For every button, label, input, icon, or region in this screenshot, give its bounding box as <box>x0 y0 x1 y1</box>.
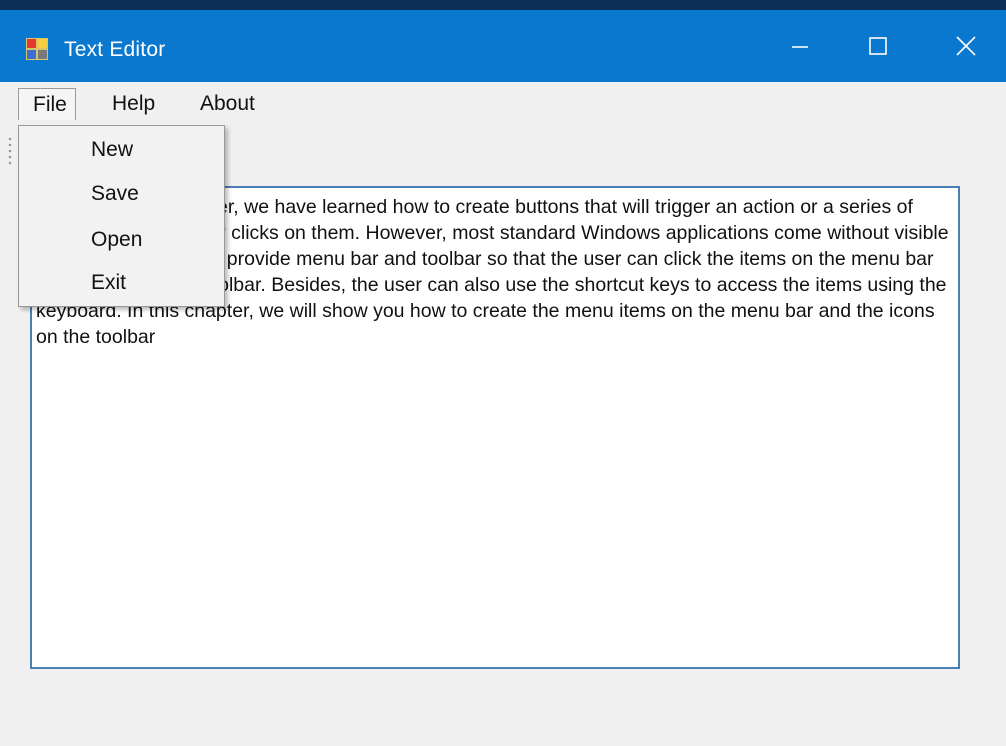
menu-item-exit[interactable]: Exit <box>91 271 126 295</box>
menu-item-save[interactable]: Save <box>91 182 139 206</box>
file-menu-dropdown: New Save Open Exit <box>18 125 225 307</box>
menu-help[interactable]: Help <box>104 88 163 120</box>
menu-item-new[interactable]: New <box>91 138 133 162</box>
close-icon <box>956 36 976 56</box>
menu-item-open[interactable]: Open <box>91 228 142 252</box>
toolbar-grip-icon[interactable] <box>8 136 12 166</box>
dropdown-icon-gutter <box>19 126 75 306</box>
maximize-button[interactable] <box>848 10 908 82</box>
maximize-icon <box>869 37 887 55</box>
close-button[interactable] <box>936 10 996 82</box>
minimize-icon <box>792 46 808 48</box>
app-window-icon <box>26 38 48 60</box>
menu-file[interactable]: File <box>18 88 76 120</box>
window-top-edge <box>0 0 1006 10</box>
window-title: Text Editor <box>64 38 166 61</box>
minimize-button[interactable] <box>770 10 830 82</box>
menu-bar: File Help About <box>0 82 1006 126</box>
menu-about[interactable]: About <box>192 88 263 120</box>
